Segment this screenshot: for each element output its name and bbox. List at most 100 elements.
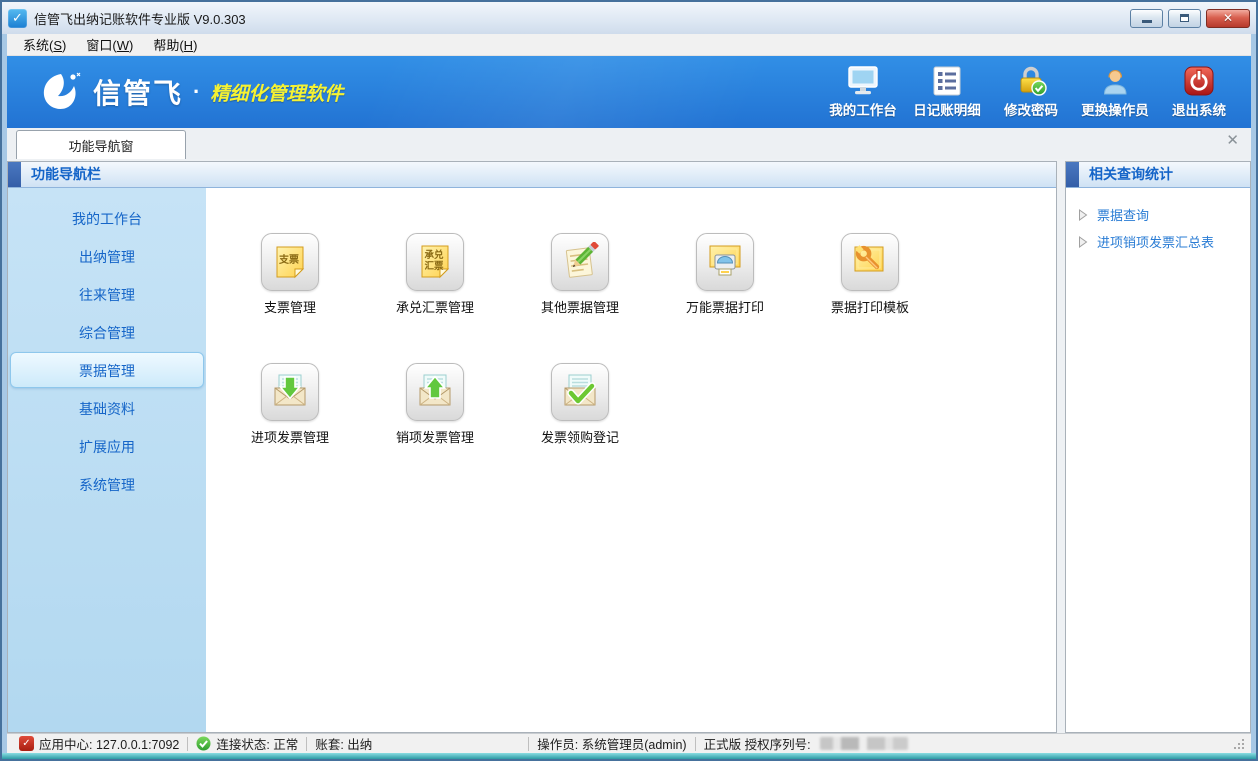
brand-separator: · [193,79,200,105]
close-button[interactable]: ✕ [1206,9,1250,28]
sidebar-item-bills[interactable]: 票据管理 [10,352,204,388]
sidebar-item-my-workbench[interactable]: 我的工作台 [10,200,204,236]
menu-help[interactable]: 帮助(H) [143,33,207,56]
journal-detail-label: 日记账明细 [913,99,981,119]
restore-icon [1180,14,1189,22]
section-accent-bar [1066,162,1079,187]
navigation-region: 功能导航栏 我的工作台 出纳管理 往来管理 综合管理 票据管理 基础资料 扩展应… [7,161,1057,733]
power-icon [1184,66,1214,96]
print-template-item[interactable]: 票据打印模板 [812,233,928,316]
region-divider [1057,161,1065,733]
icon-label: 发票领购登记 [541,427,619,446]
link-invoice-summary[interactable]: 进项销项发票汇总表 [1066,228,1250,255]
header-toolbar: 我的工作台 日记账明细 [829,66,1233,119]
sidebar-item-contacts[interactable]: 往来管理 [10,276,204,312]
note-pencil-icon [551,233,609,291]
brand-name: 信管飞 [93,72,183,112]
app-center-icon: ✓ [19,736,34,751]
my-workbench-button[interactable]: 我的工作台 [829,66,897,119]
status-bar: ✓ 应用中心: 127.0.0.1:7092 连接状态: 正常 账套: 出纳 操… [7,733,1251,753]
related-section-title: 相关查询统计 [1079,162,1250,187]
menu-system[interactable]: 系统(S) [13,33,76,56]
window-title: 信管飞出纳记账软件专业版 V9.0.303 [34,9,1130,28]
connection-ok-icon [196,736,211,751]
check-management-item[interactable]: 支票 支票管理 [232,233,348,316]
resize-grip[interactable] [1233,738,1245,750]
related-body: 票据查询 进项销项发票汇总表 [1066,188,1250,732]
sidebar-item-basic-data[interactable]: 基础资料 [10,390,204,426]
other-bills-item[interactable]: 其他票据管理 [522,233,638,316]
wrench-template-icon [841,233,899,291]
triangle-bullet-icon [1078,236,1088,248]
window-bottom-edge [2,753,1256,759]
icon-label: 其他票据管理 [541,297,619,316]
change-password-label: 修改密码 [1004,99,1058,119]
user-icon [1100,66,1130,96]
icon-label: 支票管理 [264,297,316,316]
universal-print-item[interactable]: 万能票据打印 [667,233,783,316]
license-status: 正式版 授权序列号: [696,734,916,753]
window-controls: ✕ [1130,9,1250,28]
related-query-region: 相关查询统计 票据查询 进项销项发票汇总表 [1065,161,1251,733]
acceptance-bill-item[interactable]: 承兑 汇票 承兑汇票管理 [377,233,493,316]
password-lock-icon [1015,66,1047,96]
icon-label: 销项发票管理 [396,427,474,446]
nav-section-title: 功能导航栏 [21,162,1056,187]
tab-close-icon[interactable]: ✕ [1226,133,1239,148]
brand-tagline: 精细化管理软件 [210,79,343,106]
nav-section-header: 功能导航栏 [8,162,1056,188]
close-icon: ✕ [1223,11,1233,25]
sidebar-item-extensions[interactable]: 扩展应用 [10,428,204,464]
serial-number-redacted [820,737,908,750]
menu-bar: 系统(S) 窗口(W) 帮助(H) [7,34,1251,56]
icon-row-2: 进项发票管理 [232,363,1056,446]
triangle-bullet-icon [1078,209,1088,221]
svg-text:支票: 支票 [278,253,299,266]
link-bill-query[interactable]: 票据查询 [1066,201,1250,228]
title-bar: ✓ 信管飞出纳记账软件专业版 V9.0.303 ✕ [2,2,1256,34]
restore-button[interactable] [1168,9,1201,28]
my-workbench-label: 我的工作台 [829,99,897,119]
exit-system-label: 退出系统 [1172,99,1226,119]
brand: 信管飞 · 精细化管理软件 [37,71,343,113]
menu-window[interactable]: 窗口(W) [76,33,143,56]
icon-label: 进项发票管理 [251,427,329,446]
app-logo-icon: ✓ [8,9,27,28]
invoice-purchase-register-item[interactable]: 发票领购登记 [522,363,638,446]
svg-text:承兑: 承兑 [424,249,444,261]
sidebar-item-cashier[interactable]: 出纳管理 [10,238,204,274]
change-password-button[interactable]: 修改密码 [997,66,1065,119]
invoice-register-icon [551,363,609,421]
icon-label: 票据打印模板 [831,297,909,316]
connection-status: 连接状态: 正常 [188,734,306,753]
journal-detail-button[interactable]: 日记账明细 [913,66,981,119]
section-accent-bar [8,162,21,187]
svg-text:汇票: 汇票 [424,260,444,272]
switch-operator-button[interactable]: 更换操作员 [1081,66,1149,119]
tab-function-navigation[interactable]: 功能导航窗 [16,130,186,159]
invoice-in-icon [261,363,319,421]
tab-strip: 功能导航窗 ✕ [7,128,1251,159]
app-center-status: ✓ 应用中心: 127.0.0.1:7092 [11,734,187,753]
exit-system-button[interactable]: 退出系统 [1165,66,1233,119]
input-invoice-item[interactable]: 进项发票管理 [232,363,348,446]
icon-row-1: 支票 支票管理 承兑 [232,233,1056,316]
app-frame: 系统(S) 窗口(W) 帮助(H) 信管飞 · 精细化管理软件 [2,34,1256,753]
monitor-icon [846,66,880,96]
related-section-header: 相关查询统计 [1066,162,1250,188]
acceptance-note-icon: 承兑 汇票 [406,233,464,291]
account-set-status: 账套: 出纳 [307,734,380,753]
brand-logo-icon [37,71,83,113]
output-invoice-item[interactable]: 销项发票管理 [377,363,493,446]
icon-label: 万能票据打印 [686,297,764,316]
sidebar: 我的工作台 出纳管理 往来管理 综合管理 票据管理 基础资料 扩展应用 系统管理 [8,188,206,732]
minimize-icon [1142,20,1152,23]
invoice-out-icon [406,363,464,421]
minimize-button[interactable] [1130,9,1163,28]
sidebar-item-comprehensive[interactable]: 综合管理 [10,314,204,350]
check-note-icon: 支票 [261,233,319,291]
journal-icon [932,66,962,96]
sidebar-item-system[interactable]: 系统管理 [10,466,204,502]
icon-label: 承兑汇票管理 [396,297,474,316]
main-area: 支票 支票管理 承兑 [206,188,1056,732]
